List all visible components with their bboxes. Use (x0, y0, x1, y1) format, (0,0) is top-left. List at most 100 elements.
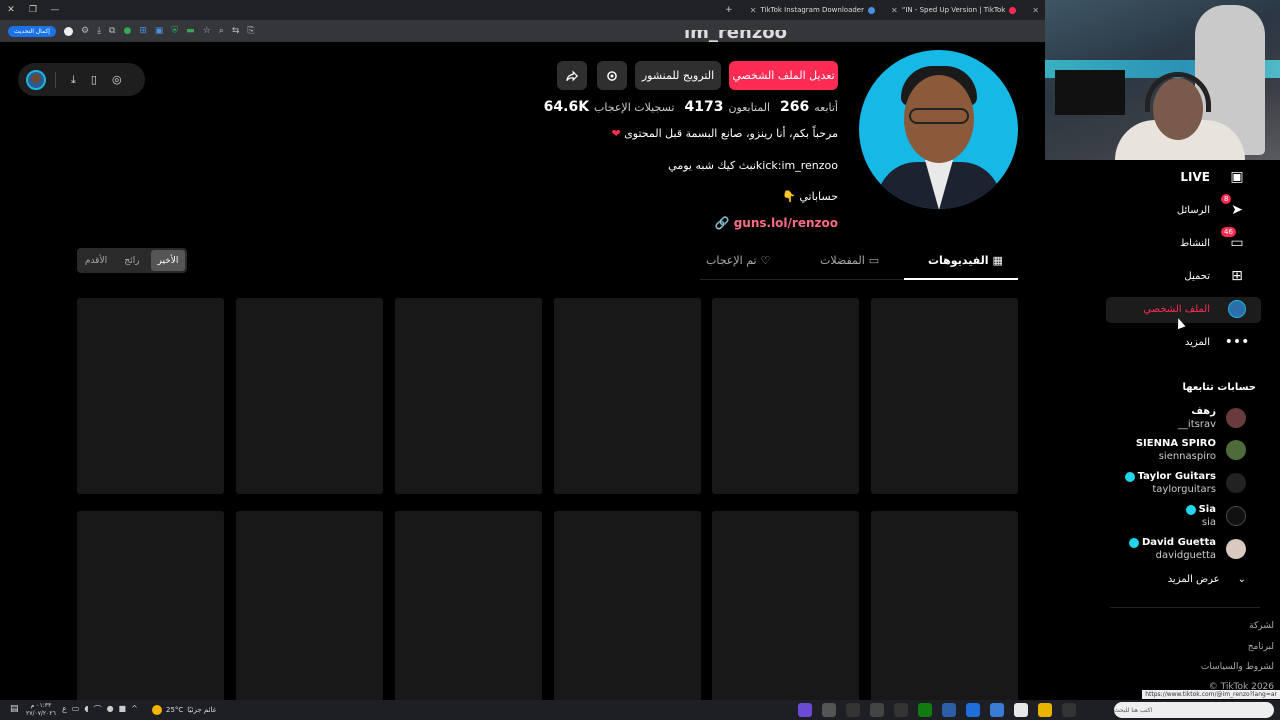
sidebar-item-activity[interactable]: ▭ 46 النشاط (1180, 227, 1246, 252)
sidebar-item-upload[interactable]: ⊞ تحميل (1184, 267, 1246, 285)
video-placeholder[interactable] (554, 298, 701, 494)
tab-liked[interactable]: تم الإعجاب ♡ (706, 254, 770, 267)
zoom-icon[interactable]: ⌕ (219, 26, 224, 36)
browser-tab[interactable]: ✕ TikTok Instagram Downloader (744, 0, 881, 20)
floating-toolbar: ⤓ ▯ ◎ (18, 63, 145, 96)
taskbar-clock[interactable]: ٠١:٣٣ م ٢٧/٠٧/٢٠٢٦ (26, 702, 56, 718)
avatar (1226, 506, 1246, 526)
link-icon: 🔗 (714, 216, 730, 230)
close-tab-icon[interactable]: ✕ (891, 6, 898, 15)
video-placeholder[interactable] (77, 511, 224, 707)
video-placeholder[interactable] (236, 511, 383, 707)
browser-tab[interactable]: ✕ (1026, 0, 1045, 20)
footer-link[interactable]: لشركة (1249, 621, 1274, 631)
close-window-icon[interactable]: ✕ (0, 0, 22, 20)
close-tab-icon[interactable]: ✕ (750, 6, 757, 15)
chevron-up-icon[interactable]: ^ (131, 704, 138, 715)
footer-link[interactable]: لبرنامج (1248, 642, 1274, 652)
profile-icon[interactable] (63, 26, 73, 36)
minimize-window-icon[interactable]: — (44, 0, 66, 20)
profile-link[interactable]: 🔗 guns.lol/renzoo (715, 216, 838, 230)
profile-stats: أتابعه 266 المتابعون 4173 تسجيلات الإعجا… (544, 99, 838, 115)
tab-label: الفيديوهات (928, 254, 989, 267)
activity-icon: ▭ 46 (1221, 227, 1246, 252)
app-icon[interactable] (942, 703, 956, 717)
sort-popular[interactable]: رائج (115, 250, 149, 271)
video-placeholder[interactable] (236, 298, 383, 494)
translate-icon[interactable]: ⇆ (232, 26, 240, 36)
download-icon[interactable]: ⤓ (71, 73, 76, 87)
phone-icon[interactable]: ▯ (91, 73, 97, 86)
video-placeholder[interactable] (712, 298, 859, 494)
app-icon[interactable] (870, 703, 884, 717)
compass-icon[interactable]: ◎ (112, 73, 122, 86)
account-name: David Guetta (1128, 536, 1216, 549)
sidebar-item-profile[interactable]: الملف الشخصي (1143, 300, 1246, 318)
video-placeholder[interactable] (871, 298, 1018, 494)
settings-button[interactable] (597, 61, 627, 90)
promote-post-button[interactable]: الترويج للمنشور (635, 61, 721, 90)
network-icon[interactable]: ⌒ (94, 704, 102, 715)
update-button[interactable]: إكمال التحديث (8, 25, 56, 37)
extension-icon[interactable]: ⧉ (109, 26, 115, 36)
star-icon[interactable]: ☆ (203, 26, 211, 36)
taskbar-search[interactable]: اكتب هنا للبحث (1114, 702, 1274, 718)
close-tab-icon[interactable]: ✕ (1032, 6, 1039, 15)
app-icon[interactable] (822, 703, 836, 717)
shield-icon[interactable]: ⛨ (171, 26, 178, 36)
app-icon[interactable] (846, 703, 860, 717)
video-placeholder[interactable] (77, 298, 224, 494)
language-icon[interactable]: ع (62, 704, 67, 715)
task-view-icon[interactable] (1062, 703, 1076, 717)
sidebar-item-more[interactable]: ••• المزيد (1185, 333, 1250, 351)
sort-oldest[interactable]: الأقدم (79, 250, 113, 271)
followers-stat[interactable]: المتابعون 4173 (684, 99, 770, 115)
following-account[interactable]: Sia sia (1185, 503, 1246, 529)
profile-avatar[interactable] (859, 50, 1018, 209)
speaker-icon[interactable]: ◖ (84, 704, 88, 715)
camera-icon[interactable]: ■ (119, 704, 127, 715)
following-account[interactable]: زهف __itsrav (1178, 405, 1246, 431)
following-account[interactable]: SIENNA SPIRO siennaspiro (1136, 437, 1246, 463)
edit-profile-button[interactable]: تعديل الملف الشخصي (729, 61, 838, 90)
tab-videos[interactable]: الفيديوهات ▦ (928, 254, 1003, 267)
following-stat[interactable]: أتابعه 266 (780, 99, 838, 115)
weather-widget[interactable]: 25°C غائم جزئيًا (152, 705, 216, 715)
extension-icon[interactable]: ▬ (186, 26, 195, 36)
extension-icon[interactable]: ● (123, 26, 131, 36)
following-account[interactable]: David Guetta davidguetta (1128, 536, 1246, 562)
install-icon[interactable]: ⎘ (247, 26, 254, 36)
following-account[interactable]: Taylor Guitars taylorguitars (1124, 470, 1246, 496)
avatar[interactable] (26, 69, 46, 90)
mic-icon[interactable]: ● (107, 704, 114, 715)
video-placeholder[interactable] (395, 298, 542, 494)
puzzle-icon[interactable]: ⚙ (81, 26, 89, 36)
video-placeholder[interactable] (554, 511, 701, 707)
extension-icon[interactable]: ▣ (155, 26, 164, 36)
edge-icon[interactable] (966, 703, 980, 717)
video-placeholder[interactable] (712, 511, 859, 707)
chrome-icon[interactable] (1014, 703, 1028, 717)
video-placeholder[interactable] (395, 511, 542, 707)
extension-icon[interactable]: ⊞ (139, 26, 147, 36)
folder-icon[interactable] (1038, 703, 1052, 717)
share-button[interactable] (557, 61, 587, 90)
battery-icon[interactable]: ▭ (72, 704, 80, 715)
app-icon[interactable] (798, 703, 812, 717)
sidebar-item-messages[interactable]: ➤ 8 الرسائل (1177, 194, 1246, 219)
more-icon: ••• (1224, 334, 1250, 350)
app-icon[interactable] (990, 703, 1004, 717)
restore-window-icon[interactable]: ❐ (22, 0, 44, 20)
sort-latest[interactable]: الأخير (151, 250, 185, 271)
download-icon[interactable]: ⤓ (97, 26, 101, 36)
video-placeholder[interactable] (871, 511, 1018, 707)
notification-icon[interactable]: ▤ (10, 704, 19, 714)
new-tab-icon[interactable]: + (718, 0, 740, 20)
footer-link[interactable]: لشروط والسياسات (1201, 662, 1274, 672)
browser-tab[interactable]: ✕ “IN - Sped Up Version | TikTok (885, 0, 1022, 20)
tab-favorites[interactable]: المفضلات ▭ (820, 254, 879, 267)
sidebar-item-live[interactable]: ▣ LIVE (1180, 168, 1246, 186)
xbox-icon[interactable] (918, 703, 932, 717)
settings-icon[interactable] (894, 703, 908, 717)
see-more-button[interactable]: ⌄ عرض المزيد (1168, 574, 1246, 585)
